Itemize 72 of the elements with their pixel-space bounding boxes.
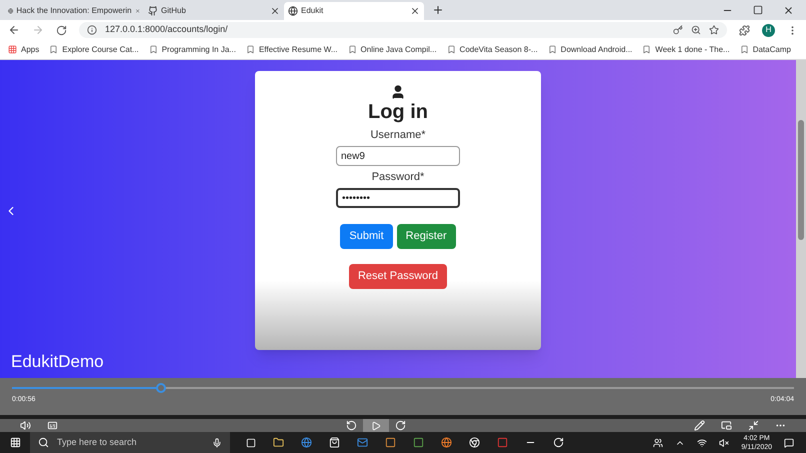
bookmark[interactable]: DataCamp (740, 44, 791, 56)
restore-icon[interactable] (753, 5, 763, 15)
tab-title: Edukit (301, 5, 324, 17)
bookmark-icon (148, 45, 158, 54)
bookmark[interactable]: Download Android... (548, 44, 632, 56)
globe-icon (8, 6, 14, 16)
user-icon (390, 84, 406, 100)
bookmark[interactable]: Apps (8, 44, 40, 56)
back-icon[interactable] (8, 24, 20, 36)
bookmark-icon (642, 45, 652, 54)
mic-icon (212, 438, 222, 448)
bookmark[interactable]: Week 1 done - The... (642, 44, 730, 56)
play-button[interactable] (363, 419, 389, 432)
new-tab-icon[interactable] (432, 4, 444, 16)
video-title: EdukitDemo (11, 351, 104, 374)
notification-icon[interactable] (784, 438, 794, 448)
bookmark-icon (548, 45, 557, 54)
form-button[interactable]: Submit (340, 224, 393, 249)
bookmark[interactable]: Explore Course Cat... (49, 44, 139, 56)
url-text: 127.0.0.1:8000/accounts/login/ (105, 23, 228, 36)
extensions-icon[interactable] (739, 24, 750, 36)
zoom-icon[interactable] (691, 25, 701, 35)
address-bar[interactable]: 127.0.0.1:8000/accounts/login/ (79, 22, 727, 38)
captions-icon[interactable] (47, 420, 58, 431)
bookmark-icon (49, 45, 58, 54)
globe-icon (288, 6, 298, 16)
close-icon[interactable] (410, 6, 420, 16)
bookmark[interactable]: CodeVita Season 8-... (446, 44, 538, 56)
folder-icon[interactable] (273, 437, 284, 448)
form-button[interactable]: Register (396, 224, 456, 249)
wifi-icon[interactable] (697, 438, 708, 448)
login-title: Log in (368, 100, 428, 124)
pencil-icon[interactable] (694, 420, 705, 431)
info-icon (87, 25, 97, 35)
reload-icon[interactable] (56, 24, 67, 36)
browser-icon[interactable] (441, 437, 452, 448)
apps-icon (8, 45, 17, 54)
search-icon (38, 437, 49, 448)
tab-title: GitHub (161, 5, 187, 17)
mail-icon[interactable] (357, 437, 368, 448)
input-field[interactable]: new9 (336, 146, 460, 166)
field-label: Password* (372, 170, 424, 184)
key-icon[interactable] (673, 25, 683, 35)
field-label: Username* (370, 128, 426, 142)
people-icon[interactable] (653, 438, 664, 448)
close-icon[interactable] (783, 5, 794, 16)
store-icon[interactable] (329, 437, 340, 448)
bookmark-icon (246, 45, 255, 54)
bookmark[interactable]: Online Java Compil... (348, 44, 437, 56)
browser-tab[interactable]: Edukit (284, 2, 424, 20)
bookmark-icon (446, 45, 456, 54)
taskbar-search-field[interactable]: Type here to search (30, 432, 230, 453)
reset-password-button[interactable]: Reset Password (348, 264, 448, 289)
bookmark[interactable]: Effective Resume W... (246, 44, 338, 56)
start-icon[interactable] (10, 437, 20, 448)
bookmark-icon (740, 45, 749, 54)
star-icon[interactable] (709, 25, 719, 35)
chrome-icon[interactable] (469, 437, 480, 448)
muted-speaker-icon[interactable] (719, 438, 730, 448)
volume-icon[interactable] (20, 420, 31, 431)
play-icon (371, 420, 381, 430)
github-icon (148, 6, 158, 16)
bookmark-icon (348, 45, 357, 54)
bookmark[interactable]: Programming In Ja... (148, 44, 236, 56)
profile-avatar[interactable]: H (762, 24, 775, 36)
seek-thumb[interactable] (156, 383, 166, 394)
tab-title: Hack the Innovation: Empowerin (16, 5, 132, 17)
exit-fullscreen-icon[interactable] (748, 420, 759, 431)
close-icon[interactable] (270, 6, 280, 16)
mini-view-icon[interactable] (721, 420, 732, 431)
input-field[interactable]: •••••••• (336, 188, 460, 208)
browser-icon[interactable] (301, 437, 312, 448)
